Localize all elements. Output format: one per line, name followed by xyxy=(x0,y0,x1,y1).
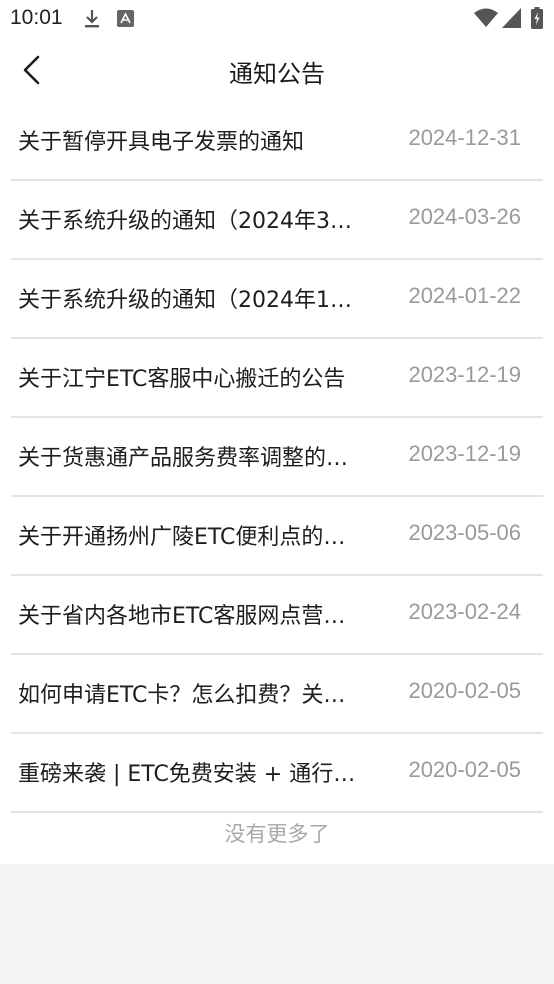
notice-title: 关于开通扬州广陵ETC便利点的… xyxy=(18,525,346,550)
notice-title: 关于江宁ETC客服中心搬迁的公告 xyxy=(18,367,346,392)
battery-icon xyxy=(531,7,543,33)
notice-title: 关于暂停开具电子发票的通知 xyxy=(18,130,305,155)
notice-date: 2024-03-26 xyxy=(408,204,521,229)
notice-item[interactable]: 关于省内各地市ETC客服网点营… 2023-02-24 xyxy=(11,576,543,655)
notice-item[interactable]: 关于系统升级的通知（2024年1… 2024-01-22 xyxy=(11,260,543,339)
notice-item[interactable]: 关于开通扬州广陵ETC便利点的… 2023-05-06 xyxy=(11,497,543,576)
notice-date: 2024-12-31 xyxy=(408,125,521,150)
download-icon xyxy=(82,8,102,34)
notice-title: 如何申请ETC卡？怎么扣费？关… xyxy=(18,683,346,708)
notice-title: 关于货惠通产品服务费率调整的… xyxy=(18,446,349,471)
notice-title: 关于省内各地市ETC客服网点营… xyxy=(18,604,346,629)
wifi-icon xyxy=(474,8,498,32)
notice-item[interactable]: 如何申请ETC卡？怎么扣费？关… 2020-02-05 xyxy=(11,655,543,734)
nav-header: 通知公告 xyxy=(0,38,554,102)
no-more-label: 没有更多了 xyxy=(224,822,330,846)
notice-item[interactable]: 关于系统升级的通知（2024年3… 2024-03-26 xyxy=(11,181,543,260)
notice-date: 2020-02-05 xyxy=(408,678,521,703)
page-title: 通知公告 xyxy=(229,60,325,88)
notice-title: 关于系统升级的通知（2024年1… xyxy=(18,288,352,313)
font-a-icon xyxy=(117,10,134,31)
notice-item[interactable]: 关于江宁ETC客服中心搬迁的公告 2023-12-19 xyxy=(11,339,543,418)
status-time: 10:01 xyxy=(10,6,63,29)
notice-title: 关于系统升级的通知（2024年3… xyxy=(18,209,352,234)
notice-date: 2023-12-19 xyxy=(408,441,521,466)
notice-date: 2023-02-24 xyxy=(408,599,521,624)
notice-date: 2024-01-22 xyxy=(408,283,521,308)
notice-date: 2023-05-06 xyxy=(408,520,521,545)
notice-date: 2020-02-05 xyxy=(408,757,521,782)
notice-item[interactable]: 重磅来袭 | ETC免费安装 + 通行… 2020-02-05 xyxy=(11,734,543,813)
app-root: 10:01 通知公告 关于暂停开具电子发票的通知 2024-12-31 关于系统… xyxy=(0,0,554,984)
signal-icon xyxy=(502,8,521,32)
notice-item[interactable]: 关于暂停开具电子发票的通知 2024-12-31 xyxy=(11,102,543,181)
notice-title: 重磅来袭 | ETC免费安装 + 通行… xyxy=(18,762,356,787)
status-bar: 10:01 xyxy=(0,0,554,38)
notice-date: 2023-12-19 xyxy=(408,362,521,387)
notice-list: 关于暂停开具电子发票的通知 2024-12-31 关于系统升级的通知（2024年… xyxy=(11,102,543,813)
notice-item[interactable]: 关于货惠通产品服务费率调整的… 2023-12-19 xyxy=(11,418,543,497)
